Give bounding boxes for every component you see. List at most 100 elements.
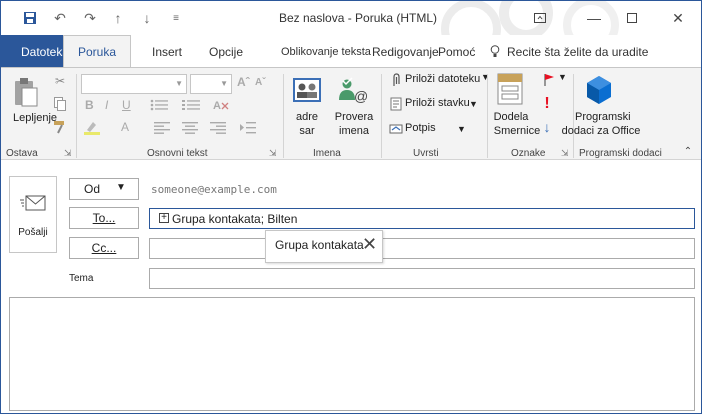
cut-icon[interactable]: ✂	[51, 72, 69, 90]
paste-icon[interactable]	[13, 76, 39, 110]
copy-icon[interactable]	[51, 95, 69, 113]
tab-message[interactable]: Poruka	[63, 35, 132, 68]
font-size-combo[interactable]: ▼	[190, 74, 232, 94]
tab-help[interactable]: Pomoć	[438, 45, 475, 59]
bullets-icon[interactable]	[149, 98, 171, 112]
subject-label: Tema	[69, 273, 94, 284]
customize-toolbar-icon[interactable]: ≡	[167, 9, 185, 27]
attach-file-dropdown-icon[interactable]: ▼	[481, 70, 490, 84]
office-addins-icon[interactable]	[585, 74, 613, 106]
tell-me-search[interactable]: Recite šta želite da uradite	[507, 45, 648, 59]
assign-policy-label-line2[interactable]: Smernice	[491, 124, 543, 138]
assign-policy-icon[interactable]	[495, 72, 525, 106]
align-left-icon[interactable]	[151, 120, 173, 136]
expand-group-icon[interactable]: +	[159, 213, 169, 223]
low-importance-icon[interactable]: ↓	[541, 118, 553, 136]
numbering-icon[interactable]	[181, 98, 203, 112]
redo-icon[interactable]: ↷	[81, 9, 99, 27]
group-label-include: Uvrsti	[413, 148, 439, 159]
tab-review[interactable]: Redigovanje	[372, 45, 439, 59]
clear-formatting-icon[interactable]: A	[211, 98, 231, 112]
collapse-ribbon-icon[interactable]: ⌃	[681, 144, 695, 158]
highlight-icon[interactable]	[81, 120, 103, 136]
assign-policy-label-line1[interactable]: Dodela	[491, 110, 531, 124]
shrink-font-icon[interactable]: Aˇ	[255, 77, 266, 88]
group-separator	[573, 74, 574, 158]
cc-label: Cc...	[91, 241, 117, 255]
from-address: someone@example.com	[151, 183, 277, 196]
chevron-down-icon: ▼	[175, 79, 183, 88]
signature-icon[interactable]	[389, 120, 403, 136]
format-painter-icon[interactable]	[51, 118, 69, 136]
address-book-icon[interactable]	[291, 76, 323, 104]
basic-text-launcher-icon[interactable]: ⇲	[269, 148, 277, 159]
tab-file[interactable]: Datoteka	[1, 35, 69, 67]
close-icon[interactable]: ✕	[665, 7, 691, 29]
group-separator	[381, 74, 382, 158]
font-color-icon[interactable]: A	[121, 120, 129, 134]
minimize-icon[interactable]: —	[581, 7, 607, 29]
office-addins-label-line1[interactable]: Programski	[575, 110, 631, 124]
save-icon[interactable]	[21, 9, 39, 27]
window-title: Bez naslova - Poruka (HTML)	[279, 11, 438, 25]
follow-up-flag-icon[interactable]	[541, 72, 557, 88]
next-item-icon[interactable]: ↓	[138, 9, 156, 27]
message-body[interactable]	[9, 297, 695, 411]
underline-icon[interactable]: U	[122, 98, 131, 112]
grow-font-icon[interactable]: Aˆ	[237, 75, 250, 89]
attach-file-label[interactable]: Priloži datoteku	[405, 72, 480, 86]
align-center-icon[interactable]	[179, 120, 201, 136]
signature-label[interactable]: Potpis	[405, 121, 436, 135]
cc-button[interactable]: Cc...	[69, 237, 139, 259]
outlook-compose-window: ↶ ↷ ↑ ↓ ≡ Bez naslova - Poruka (HTML) — …	[0, 0, 702, 414]
office-addins-label-line2[interactable]: dodaci za Office	[561, 124, 641, 138]
cc-field[interactable]	[149, 238, 695, 259]
to-field[interactable]: + Grupa kontakata; Bilten	[149, 208, 695, 229]
attach-item-icon[interactable]	[389, 96, 403, 112]
font-name-combo[interactable]: ▼	[81, 74, 187, 94]
close-icon[interactable]: ✕	[362, 234, 377, 255]
ribbon-display-options-icon[interactable]	[527, 7, 553, 29]
bold-icon[interactable]: B	[85, 98, 94, 112]
high-importance-icon[interactable]: !	[541, 95, 553, 113]
tab-insert[interactable]: Insert	[152, 45, 182, 59]
group-label-basic-text: Osnovni tekst	[147, 148, 208, 159]
group-label-tags: Oznake	[511, 148, 546, 159]
group-label-names: Imena	[313, 148, 341, 159]
group-label-clipboard: Ostava	[6, 148, 38, 159]
check-names-label-line2[interactable]: imena	[334, 124, 374, 138]
previous-item-icon[interactable]: ↑	[109, 9, 127, 27]
tab-format-text[interactable]: Oblikovanje teksta	[281, 46, 371, 58]
tab-options[interactable]: Opcije	[209, 45, 243, 59]
tooltip-text: Grupa kontakata	[275, 238, 364, 252]
group-separator	[487, 74, 488, 158]
send-icon	[20, 193, 46, 213]
attach-item-label[interactable]: Priloži stavku	[405, 96, 470, 110]
follow-up-dropdown-icon[interactable]: ▼	[558, 70, 567, 84]
svg-text:A: A	[213, 100, 221, 111]
group-separator	[283, 74, 284, 158]
check-names-label-line1[interactable]: Provera	[334, 110, 374, 124]
subject-field[interactable]	[149, 268, 695, 289]
send-button[interactable]: Pošalji	[9, 176, 57, 253]
maximize-icon[interactable]	[619, 7, 645, 29]
italic-icon[interactable]: I	[105, 98, 108, 112]
align-right-icon[interactable]	[207, 120, 229, 136]
attach-item-dropdown-icon[interactable]: ▼	[469, 97, 478, 111]
svg-text:@: @	[354, 88, 368, 104]
to-label: To...	[92, 211, 116, 225]
group-label-addins: Programski dodaci	[579, 148, 662, 159]
indent-icon[interactable]	[237, 120, 259, 136]
clipboard-launcher-icon[interactable]: ⇲	[64, 148, 72, 159]
to-button[interactable]: To...	[69, 207, 139, 229]
tags-launcher-icon[interactable]: ⇲	[561, 148, 569, 159]
from-button[interactable]: Od ▼	[69, 178, 139, 200]
title-bar: ↶ ↷ ↑ ↓ ≡ Bez naslova - Poruka (HTML) — …	[1, 1, 701, 35]
signature-dropdown-icon[interactable]: ▼	[457, 122, 466, 136]
check-names-icon[interactable]: @	[337, 76, 369, 104]
address-book-label-line1[interactable]: adre	[293, 110, 321, 124]
undo-icon[interactable]: ↶	[51, 9, 69, 27]
attach-file-icon[interactable]	[389, 72, 403, 88]
ribbon: Lepljenje ✂ Ostava ⇲ ▼ ▼ Aˆ Aˇ B I U A A	[1, 67, 701, 160]
address-book-label-line2[interactable]: sar	[293, 124, 321, 138]
